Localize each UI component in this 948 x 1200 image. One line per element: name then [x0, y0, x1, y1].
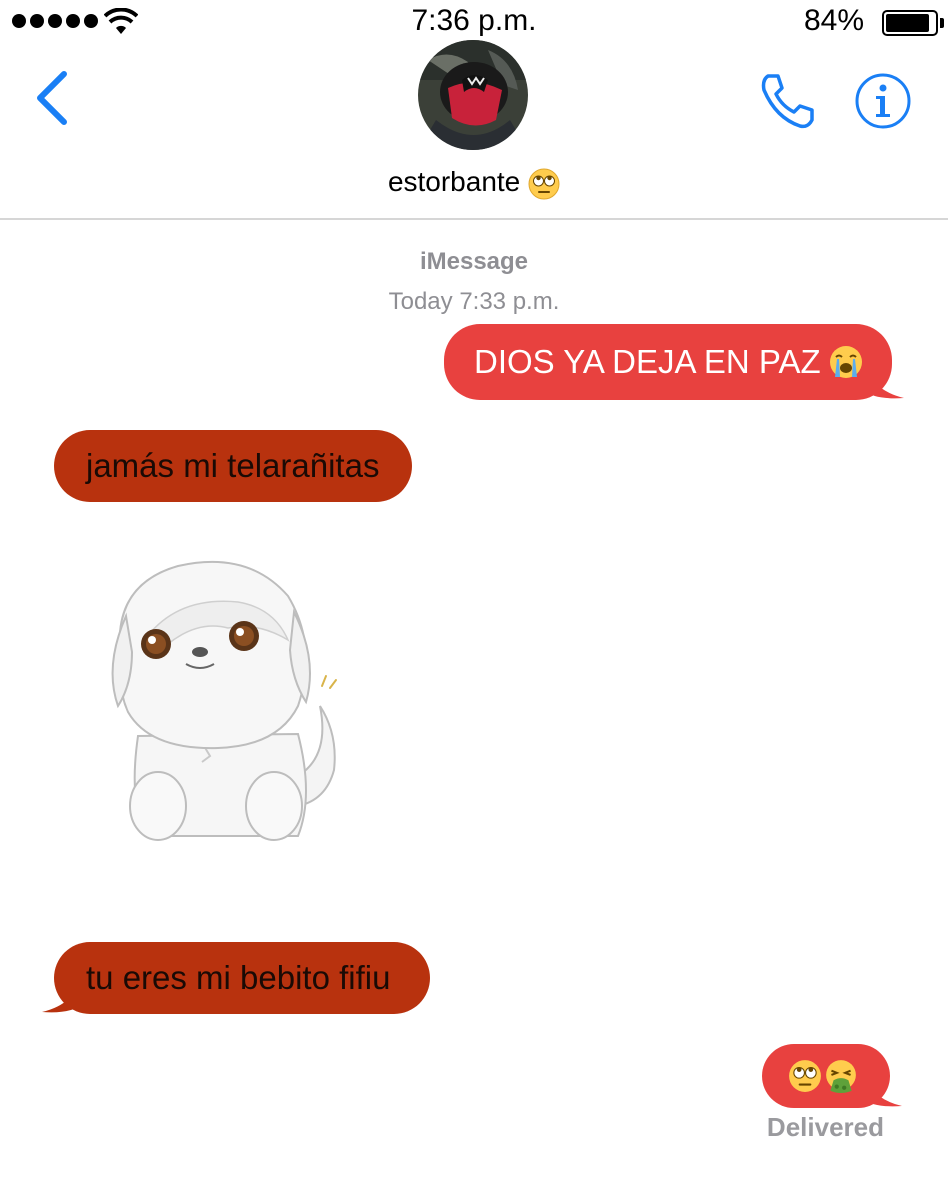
message-bubble-received[interactable]: tu eres mi bebito fifiu	[54, 942, 430, 1014]
loudly-crying-face-icon	[829, 346, 862, 378]
phone-icon[interactable]	[756, 70, 818, 132]
contact-name-text: estorbante	[387, 166, 521, 197]
service-label: iMessage	[419, 248, 529, 275]
face-with-rolling-eyes-icon	[789, 1060, 821, 1092]
message-text: jamás mi telarañitas	[86, 447, 380, 484]
message-bubble-sent[interactable]	[762, 1044, 890, 1108]
conversation-header: estorbante	[0, 0, 948, 220]
delivery-status: Delivered	[766, 1112, 884, 1142]
info-icon[interactable]	[854, 72, 912, 130]
contact-name[interactable]: estorbante	[0, 166, 948, 200]
face-with-rolling-eyes-icon	[528, 168, 560, 200]
message-text: DIOS YA DEJA EN PAZ	[474, 343, 821, 380]
avatar[interactable]	[418, 40, 528, 150]
face-vomiting-icon	[826, 1060, 856, 1093]
white-puppy-sticker[interactable]	[98, 556, 358, 846]
message-bubble-sent[interactable]: DIOS YA DEJA EN PAZ	[444, 324, 892, 400]
message-bubble-received[interactable]: jamás mi telarañitas	[54, 430, 412, 502]
message-timestamp: Today 7:33 p.m.	[388, 288, 560, 315]
message-text: tu eres mi bebito fifiu	[86, 959, 391, 996]
chevron-left-icon[interactable]	[30, 68, 74, 128]
